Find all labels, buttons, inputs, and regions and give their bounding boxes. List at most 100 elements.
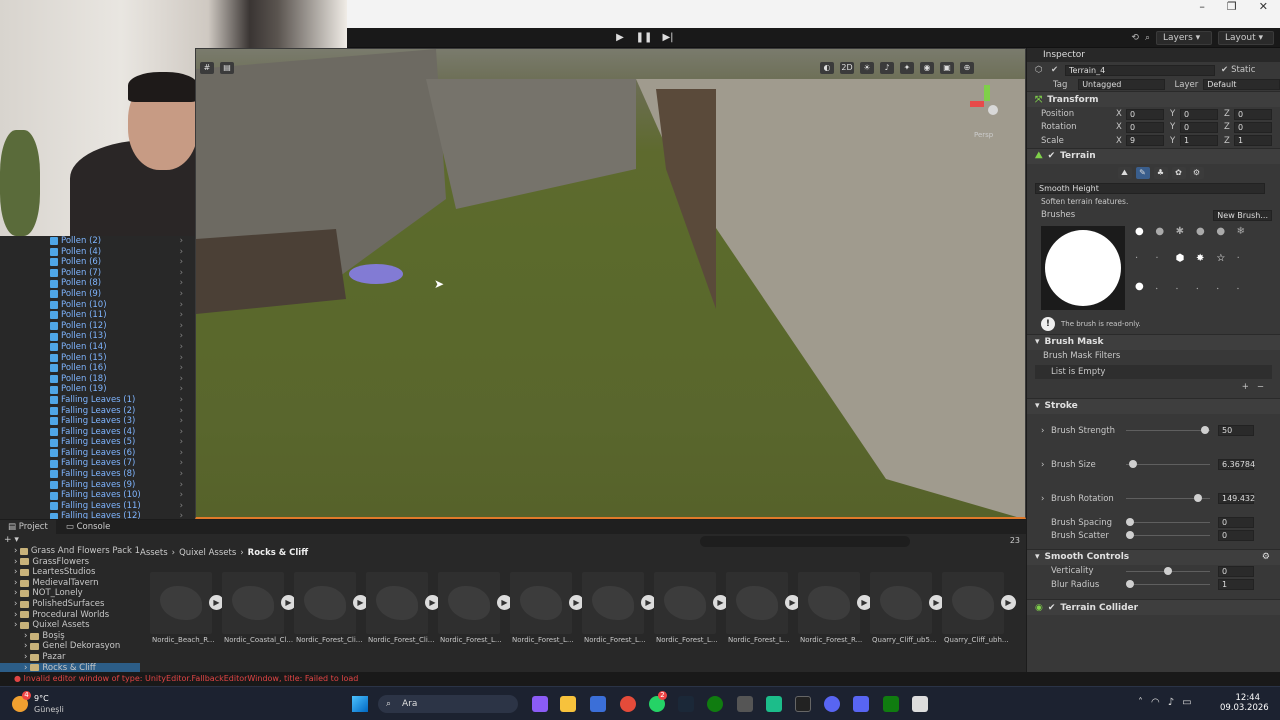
add-asset-button[interactable]: + ▾ [4, 535, 19, 545]
transform-header[interactable]: ⤧ Transform [1027, 91, 1280, 108]
asset-thumbnail[interactable] [150, 572, 212, 634]
console-status-bar[interactable]: ● Invalid editor window of type: UnityEd… [0, 672, 1280, 686]
brush-size-field[interactable]: 6.36784 [1218, 459, 1255, 471]
brush-strength-slider[interactable] [1126, 425, 1210, 436]
project-folder-item[interactable]: › Rocks & Cliff [0, 662, 140, 672]
steam-icon[interactable] [678, 696, 694, 712]
remove-icon[interactable]: − [1257, 382, 1264, 392]
clock[interactable]: 12:44 09.03.2026 [1220, 693, 1269, 713]
terrain-collider-header[interactable]: ◉ ✔ Terrain Collider [1027, 599, 1280, 616]
brush-strength-field[interactable]: 50 [1218, 425, 1254, 437]
position-y-field[interactable]: 0 [1180, 108, 1218, 120]
project-folder-item[interactable]: › MedievalTavern [0, 578, 140, 589]
hierarchy-item[interactable]: Pollen (4) › [0, 247, 195, 258]
effects-icon[interactable]: ✦ [900, 62, 914, 74]
add-icon[interactable]: + [1242, 382, 1249, 392]
scale-x-field[interactable]: 9 [1126, 135, 1164, 147]
brush-option-icon[interactable]: ● [1196, 226, 1214, 252]
xbox-app-icon[interactable] [883, 696, 899, 712]
app-icon[interactable] [766, 696, 782, 712]
star-icon[interactable]: ☆ [1216, 253, 1234, 279]
brush-option-icon[interactable]: ● [1155, 226, 1173, 252]
project-folder-item[interactable]: › LeartesStudios [0, 567, 140, 578]
slider-knob[interactable] [1126, 531, 1134, 540]
project-folder-item[interactable]: › Procedural Worlds [0, 610, 140, 621]
project-folder-item[interactable]: › Grass And Flowers Pack 1 [0, 546, 140, 557]
snap-icon[interactable]: ▤ [220, 62, 234, 74]
tray-chevron-icon[interactable]: ˄ [1138, 697, 1143, 708]
scene-gizmo[interactable]: Persp [968, 85, 1008, 139]
slider-knob[interactable] [1126, 580, 1134, 589]
store-icon[interactable] [590, 696, 606, 712]
terrain-checkbox[interactable]: ✔ [1048, 151, 1056, 161]
grid-icon[interactable]: # [200, 62, 214, 74]
active-checkbox[interactable]: ✔ [1051, 65, 1065, 75]
rotation-z-field[interactable]: 0 [1234, 121, 1272, 133]
paint-details-icon[interactable]: ✿ [1171, 166, 1186, 179]
terrain-tool-dropdown[interactable]: Smooth Height [1035, 182, 1265, 194]
asset-thumbnail[interactable] [654, 572, 716, 634]
mode-2d-button[interactable]: 2D [840, 62, 854, 74]
project-folder-item[interactable]: › GrassFlowers [0, 557, 140, 568]
hierarchy-item[interactable]: Falling Leaves (2) › [0, 406, 195, 417]
layer-dropdown[interactable]: Default [1203, 79, 1280, 91]
lighting-icon[interactable]: ☀ [860, 62, 874, 74]
shading-icon[interactable]: ◐ [820, 62, 834, 74]
asset-thumbnail[interactable] [582, 572, 644, 634]
raise-lower-icon[interactable]: ⛰ [1117, 166, 1132, 179]
tab-project[interactable]: ▤ Project [0, 520, 56, 534]
brush-option-icon[interactable]: · [1155, 253, 1173, 279]
brush-option-icon[interactable]: ⸱ [1176, 281, 1194, 310]
hierarchy-item[interactable]: Falling Leaves (3) › [0, 416, 195, 427]
paint-trees-icon[interactable]: ♣ [1153, 166, 1168, 179]
pause-icon[interactable]: ❚❚ [634, 31, 654, 45]
layers-dropdown[interactable]: Layers ▾ [1156, 31, 1212, 45]
project-folder-item[interactable]: › Pazar [0, 652, 140, 663]
hierarchy-item[interactable]: Pollen (8) › [0, 278, 195, 289]
paint-terrain-icon[interactable]: ✎ [1135, 166, 1150, 179]
brush-option-icon[interactable]: ✸ [1196, 253, 1214, 279]
battery-icon[interactable]: ▭ [1182, 697, 1191, 708]
slider-knob[interactable] [1194, 494, 1203, 503]
hierarchy-item[interactable]: Pollen (11) › [0, 310, 195, 321]
camera-icon[interactable]: ▣ [940, 62, 954, 74]
smooth-controls-header[interactable]: ▾ Smooth Controls ⚙ [1027, 548, 1280, 565]
expand-prefab-icon[interactable]: ▶ [1001, 595, 1016, 610]
terrain-collider-checkbox[interactable]: ✔ [1048, 603, 1056, 613]
brush-option-icon[interactable]: ⸱ [1216, 281, 1234, 310]
hierarchy-item[interactable]: Falling Leaves (9) › [0, 480, 195, 491]
wifi-icon[interactable]: ◠ [1151, 697, 1160, 708]
project-folder-item[interactable]: › NOT_Lonely [0, 588, 140, 599]
brush-scatter-field[interactable]: 0 [1218, 530, 1254, 542]
asset-thumbnail[interactable] [798, 572, 860, 634]
scene-view[interactable]: ➤ Persp [195, 48, 1026, 519]
step-icon[interactable]: ▶| [658, 31, 678, 45]
chrome-icon[interactable] [620, 696, 636, 712]
project-folder-item[interactable]: › Genel Dekorasyon [0, 641, 140, 652]
close-icon[interactable]: ✕ [1259, 0, 1268, 14]
hierarchy-item[interactable]: Falling Leaves (10) › [0, 490, 195, 501]
brush-option-icon[interactable]: · [1135, 253, 1153, 279]
blur-radius-field[interactable]: 1 [1218, 579, 1254, 591]
slider-knob[interactable] [1201, 426, 1210, 435]
brush-option-icon[interactable]: ● [1135, 226, 1153, 252]
unity-hub-icon[interactable] [737, 696, 753, 712]
hierarchy-item[interactable]: Falling Leaves (5) › [0, 437, 195, 448]
brush-option-icon[interactable]: ⸱ [1237, 281, 1255, 310]
file-explorer-icon[interactable] [560, 696, 576, 712]
static-checkbox[interactable]: ✔ [1221, 65, 1228, 75]
terrain-settings-icon[interactable]: ⚙ [1189, 166, 1204, 179]
hierarchy-item[interactable]: Pollen (9) › [0, 289, 195, 300]
visibility-icon[interactable]: ◉ [920, 62, 934, 74]
asset-thumbnail[interactable] [294, 572, 356, 634]
project-folder-item[interactable]: › Quixel Assets [0, 620, 140, 631]
project-folder-item[interactable]: › Boşiş [0, 631, 140, 642]
xbox-icon[interactable] [707, 696, 723, 712]
verticality-field[interactable]: 0 [1218, 565, 1254, 577]
verticality-slider[interactable] [1126, 566, 1210, 577]
brush-option-icon[interactable]: ● [1135, 281, 1153, 310]
stroke-header[interactable]: ▾ Stroke [1027, 397, 1280, 414]
brush-size-slider[interactable] [1126, 459, 1210, 470]
minimize-icon[interactable]: – [1199, 0, 1205, 14]
position-z-field[interactable]: 0 [1234, 108, 1272, 120]
